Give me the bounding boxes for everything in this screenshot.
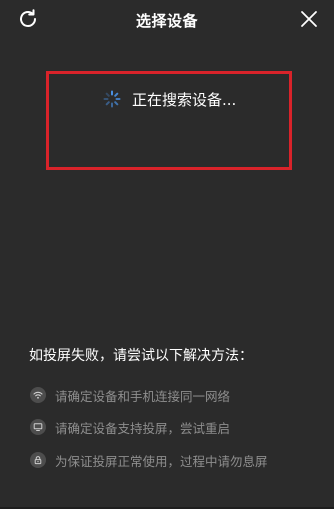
- lock-icon: [30, 452, 46, 468]
- tip-item-keep-screen-on: 为保证投屏正常使用，过程中请勿息屏: [30, 450, 268, 470]
- close-icon: [301, 11, 317, 27]
- tip-item-network: 请确定设备和手机连接同一网络: [30, 385, 230, 405]
- tip-item-device-support: 请确定设备支持投屏，尝试重启: [30, 417, 230, 437]
- tips-title: 如投屏失败，请尝试以下解决方法：: [29, 348, 253, 364]
- monitor-icon: [30, 419, 46, 435]
- wifi-icon: [30, 387, 46, 403]
- loading-spinner-icon: [103, 90, 121, 108]
- searching-label: 正在搜索设备...: [132, 90, 237, 109]
- page-title: 选择设备: [135, 12, 198, 30]
- searching-status: 正在搜索设备...: [103, 88, 236, 110]
- header-bar: 选择设备: [0, 0, 334, 40]
- device-picker-screen: 选择设备 正在搜索设备... 如投屏失败，请尝试以下解决方法： 请确定设备和手机…: [0, 0, 334, 509]
- tip-text: 请确定设备和手机连接同一网络: [55, 388, 231, 404]
- search-status-highlight: [46, 71, 292, 170]
- close-button[interactable]: [297, 7, 321, 31]
- tip-text: 请确定设备支持投屏，尝试重启: [55, 420, 231, 436]
- tip-text: 为保证投屏正常使用，过程中请勿息屏: [55, 453, 268, 469]
